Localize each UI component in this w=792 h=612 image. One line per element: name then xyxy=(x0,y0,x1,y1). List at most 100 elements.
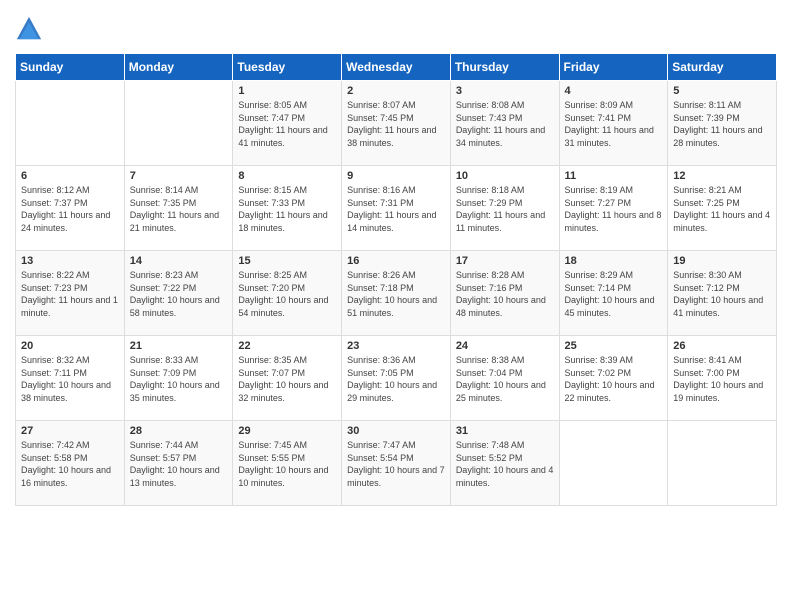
day-of-week-header: Thursday xyxy=(450,54,559,81)
calendar-cell: 16 Sunrise: 8:26 AM Sunset: 7:18 PM Dayli… xyxy=(342,251,451,336)
day-number: 4 xyxy=(565,85,663,97)
day-info: Sunrise: 8:36 AM Sunset: 7:05 PM Dayligh… xyxy=(347,354,445,404)
day-info: Sunrise: 8:21 AM Sunset: 7:25 PM Dayligh… xyxy=(673,184,771,234)
day-of-week-header: Monday xyxy=(124,54,233,81)
day-number: 29 xyxy=(238,425,336,437)
day-info: Sunrise: 8:41 AM Sunset: 7:00 PM Dayligh… xyxy=(673,354,771,404)
day-number: 24 xyxy=(456,340,554,352)
day-number: 3 xyxy=(456,85,554,97)
day-info: Sunrise: 8:22 AM Sunset: 7:23 PM Dayligh… xyxy=(21,269,119,319)
day-info: Sunrise: 7:48 AM Sunset: 5:52 PM Dayligh… xyxy=(456,439,554,489)
calendar-cell: 10Sunrise: 8:18 AM Sunset: 7:29 PM Dayli… xyxy=(450,166,559,251)
calendar-table: SundayMondayTuesdayWednesdayThursdayFrid… xyxy=(15,53,777,506)
day-number: 12 xyxy=(673,170,771,182)
calendar-cell: 20Sunrise: 8:32 AM Sunset: 7:11 PM Dayli… xyxy=(16,336,125,421)
day-info: Sunrise: 7:44 AM Sunset: 5:57 PM Dayligh… xyxy=(130,439,228,489)
day-number: 23 xyxy=(347,340,445,352)
day-number: 8 xyxy=(238,170,336,182)
day-number: 2 xyxy=(347,85,445,97)
day-number: 16 xyxy=(347,255,445,267)
day-number: 26 xyxy=(673,340,771,352)
calendar-cell: 8 Sunrise: 8:15 AM Sunset: 7:33 PM Daylig… xyxy=(233,166,342,251)
day-info: Sunrise: 8:12 AM Sunset: 7:37 PM Dayligh… xyxy=(21,184,119,234)
page-header xyxy=(15,15,777,43)
day-info: Sunrise: 8:11 AM Sunset: 7:39 PM Dayligh… xyxy=(673,99,771,149)
day-number: 19 xyxy=(673,255,771,267)
calendar-cell xyxy=(559,421,668,506)
day-number: 17 xyxy=(456,255,554,267)
logo-icon xyxy=(15,15,43,43)
day-info: Sunrise: 8:09 AM Sunset: 7:41 PM Dayligh… xyxy=(565,99,663,149)
day-of-week-header: Sunday xyxy=(16,54,125,81)
day-info: Sunrise: 8:15 AM Sunset: 7:33 PM Dayligh… xyxy=(238,184,336,234)
day-number: 20 xyxy=(21,340,119,352)
logo xyxy=(15,15,47,43)
calendar-cell: 11 Sunrise: 8:19 AM Sunset: 7:27 PM Dayli… xyxy=(559,166,668,251)
day-number: 1 xyxy=(238,85,336,97)
calendar-cell: 7 Sunrise: 8:14 AM Sunset: 7:35 PM Daylig… xyxy=(124,166,233,251)
day-info: Sunrise: 8:30 AM Sunset: 7:12 PM Dayligh… xyxy=(673,269,771,319)
calendar-cell: 27 Sunrise: 7:42 AM Sunset: 5:58 PM Dayli… xyxy=(16,421,125,506)
calendar-cell: 28 Sunrise: 7:44 AM Sunset: 5:57 PM Dayli… xyxy=(124,421,233,506)
day-of-week-header: Friday xyxy=(559,54,668,81)
day-of-week-header: Saturday xyxy=(668,54,777,81)
calendar-cell: 30 Sunrise: 7:47 AM Sunset: 5:54 PM Dayli… xyxy=(342,421,451,506)
calendar-week-row: 6 Sunrise: 8:12 AM Sunset: 7:37 PM Daylig… xyxy=(16,166,777,251)
day-info: Sunrise: 7:42 AM Sunset: 5:58 PM Dayligh… xyxy=(21,439,119,489)
day-info: Sunrise: 8:33 AM Sunset: 7:09 PM Dayligh… xyxy=(130,354,228,404)
calendar-week-row: 20Sunrise: 8:32 AM Sunset: 7:11 PM Dayli… xyxy=(16,336,777,421)
calendar-cell: 24 Sunrise: 8:38 AM Sunset: 7:04 PM Dayli… xyxy=(450,336,559,421)
day-number: 6 xyxy=(21,170,119,182)
day-info: Sunrise: 8:23 AM Sunset: 7:22 PM Dayligh… xyxy=(130,269,228,319)
day-info: Sunrise: 8:29 AM Sunset: 7:14 PM Dayligh… xyxy=(565,269,663,319)
calendar-cell: 9 Sunrise: 8:16 AM Sunset: 7:31 PM Daylig… xyxy=(342,166,451,251)
day-number: 22 xyxy=(238,340,336,352)
calendar-header-row: SundayMondayTuesdayWednesdayThursdayFrid… xyxy=(16,54,777,81)
day-info: Sunrise: 8:08 AM Sunset: 7:43 PM Dayligh… xyxy=(456,99,554,149)
calendar-cell: 31Sunrise: 7:48 AM Sunset: 5:52 PM Dayli… xyxy=(450,421,559,506)
day-info: Sunrise: 8:38 AM Sunset: 7:04 PM Dayligh… xyxy=(456,354,554,404)
calendar-week-row: 13Sunrise: 8:22 AM Sunset: 7:23 PM Dayli… xyxy=(16,251,777,336)
calendar-week-row: 1Sunrise: 8:05 AM Sunset: 7:47 PM Daylig… xyxy=(16,81,777,166)
day-of-week-header: Tuesday xyxy=(233,54,342,81)
calendar-cell: 3 Sunrise: 8:08 AM Sunset: 7:43 PM Daylig… xyxy=(450,81,559,166)
day-number: 18 xyxy=(565,255,663,267)
calendar-cell: 26 Sunrise: 8:41 AM Sunset: 7:00 PM Dayli… xyxy=(668,336,777,421)
calendar-cell: 4 Sunrise: 8:09 AM Sunset: 7:41 PM Daylig… xyxy=(559,81,668,166)
day-info: Sunrise: 8:26 AM Sunset: 7:18 PM Dayligh… xyxy=(347,269,445,319)
day-number: 15 xyxy=(238,255,336,267)
calendar-cell xyxy=(124,81,233,166)
day-number: 21 xyxy=(130,340,228,352)
day-info: Sunrise: 8:07 AM Sunset: 7:45 PM Dayligh… xyxy=(347,99,445,149)
day-number: 9 xyxy=(347,170,445,182)
day-of-week-header: Wednesday xyxy=(342,54,451,81)
calendar-cell: 15 Sunrise: 8:25 AM Sunset: 7:20 PM Dayli… xyxy=(233,251,342,336)
day-number: 7 xyxy=(130,170,228,182)
calendar-cell xyxy=(16,81,125,166)
day-number: 28 xyxy=(130,425,228,437)
calendar-cell: 14 Sunrise: 8:23 AM Sunset: 7:22 PM Dayli… xyxy=(124,251,233,336)
day-info: Sunrise: 8:14 AM Sunset: 7:35 PM Dayligh… xyxy=(130,184,228,234)
day-number: 27 xyxy=(21,425,119,437)
calendar-cell: 1Sunrise: 8:05 AM Sunset: 7:47 PM Daylig… xyxy=(233,81,342,166)
day-number: 10 xyxy=(456,170,554,182)
day-number: 30 xyxy=(347,425,445,437)
day-info: Sunrise: 8:28 AM Sunset: 7:16 PM Dayligh… xyxy=(456,269,554,319)
day-number: 5 xyxy=(673,85,771,97)
calendar-cell: 13Sunrise: 8:22 AM Sunset: 7:23 PM Dayli… xyxy=(16,251,125,336)
calendar-cell: 2 Sunrise: 8:07 AM Sunset: 7:45 PM Daylig… xyxy=(342,81,451,166)
day-number: 11 xyxy=(565,170,663,182)
day-info: Sunrise: 7:45 AM Sunset: 5:55 PM Dayligh… xyxy=(238,439,336,489)
calendar-cell: 6 Sunrise: 8:12 AM Sunset: 7:37 PM Daylig… xyxy=(16,166,125,251)
calendar-cell: 18 Sunrise: 8:29 AM Sunset: 7:14 PM Dayli… xyxy=(559,251,668,336)
day-number: 14 xyxy=(130,255,228,267)
calendar-cell: 17 Sunrise: 8:28 AM Sunset: 7:16 PM Dayli… xyxy=(450,251,559,336)
day-info: Sunrise: 8:19 AM Sunset: 7:27 PM Dayligh… xyxy=(565,184,663,234)
calendar-cell: 22 Sunrise: 8:35 AM Sunset: 7:07 PM Dayli… xyxy=(233,336,342,421)
day-info: Sunrise: 8:35 AM Sunset: 7:07 PM Dayligh… xyxy=(238,354,336,404)
calendar-cell: 5 Sunrise: 8:11 AM Sunset: 7:39 PM Daylig… xyxy=(668,81,777,166)
day-info: Sunrise: 8:25 AM Sunset: 7:20 PM Dayligh… xyxy=(238,269,336,319)
calendar-cell: 29 Sunrise: 7:45 AM Sunset: 5:55 PM Dayli… xyxy=(233,421,342,506)
day-info: Sunrise: 7:47 AM Sunset: 5:54 PM Dayligh… xyxy=(347,439,445,489)
day-info: Sunrise: 8:16 AM Sunset: 7:31 PM Dayligh… xyxy=(347,184,445,234)
